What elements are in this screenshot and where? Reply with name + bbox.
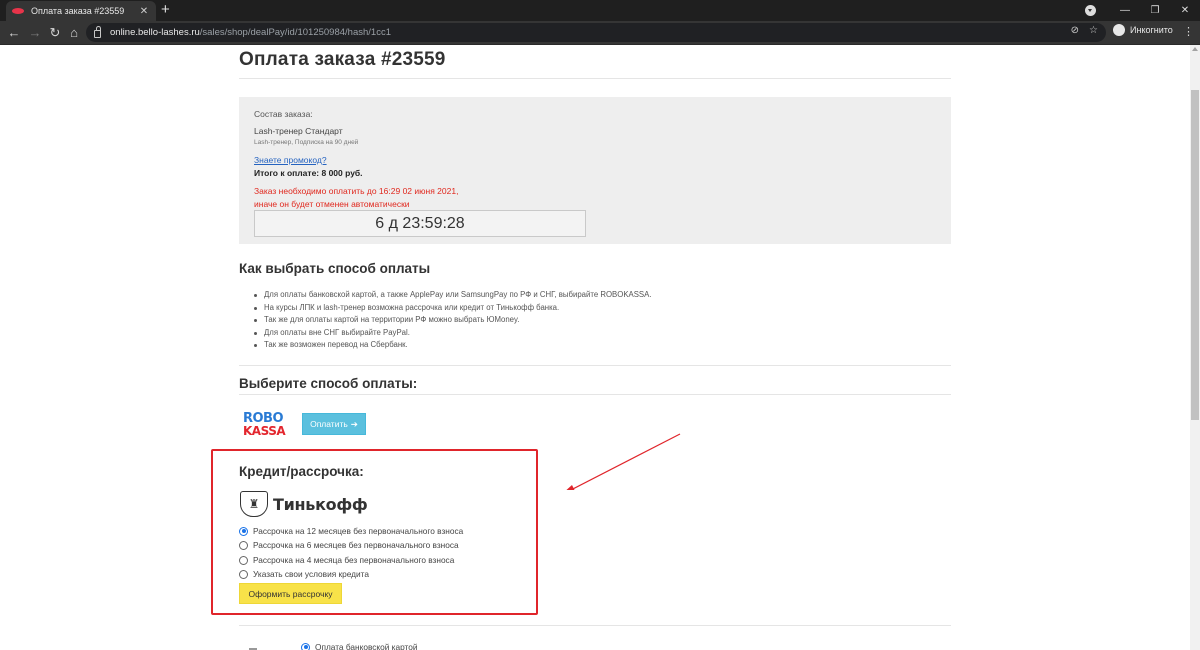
apply-installment-button[interactable]: Оформить рассрочку — [239, 583, 342, 604]
star-icon[interactable]: ☆ — [1089, 25, 1098, 36]
page-content: Оплата заказа #23559 Состав заказа: Lash… — [0, 45, 1190, 650]
credit-section-highlight: Кредит/рассрочка: ♜ Тинькофф Рассрочка н… — [211, 449, 538, 615]
credit-option-12m[interactable]: Рассрочка на 12 месяцев без первоначальн… — [239, 526, 463, 536]
radio-button[interactable] — [239, 540, 248, 550]
credit-option-label: Рассрочка на 6 месяцев без первоначально… — [253, 540, 459, 550]
list-item: Так же для оплаты картой на территории Р… — [252, 314, 651, 327]
browser-tab-strip: Оплата заказа #23559 ✕ + — ❐ ✕ — [0, 0, 1200, 21]
url-host: online.bello-lashes.ru — [110, 27, 200, 38]
browser-tab[interactable]: Оплата заказа #23559 ✕ — [6, 1, 156, 21]
minimize-icon[interactable]: — — [1110, 5, 1140, 16]
list-item: Для оплаты вне СНГ выбирайте PayPal. — [252, 327, 651, 340]
payment-heading: Выберите способ оплаты: — [239, 376, 418, 391]
incognito-label: Инкогнито — [1130, 25, 1173, 35]
promo-code-link[interactable]: Знаете промокод? — [254, 155, 327, 165]
scrollbar-thumb[interactable] — [1191, 90, 1199, 420]
restore-icon[interactable]: ❐ — [1140, 5, 1170, 16]
incognito-icon — [1113, 24, 1125, 36]
order-summary: Состав заказа: Lash-тренер Стандарт Lash… — [239, 97, 951, 244]
credit-option-label: Рассрочка на 12 месяцев без первоначальн… — [253, 526, 464, 536]
order-total: Итого к оплате: 8 000 руб. — [254, 168, 363, 178]
annotation-arrow-icon — [566, 433, 681, 490]
card-option-label: Оплата банковской картой — [315, 642, 418, 650]
lock-icon[interactable] — [94, 26, 101, 38]
deadline-warning-cont: иначе он будет отменен автоматически — [254, 199, 410, 209]
scrollbar[interactable] — [1190, 45, 1200, 650]
eye-off-icon[interactable]: ⊘ — [1071, 25, 1079, 36]
scroll-up-icon[interactable] — [1192, 47, 1198, 51]
credit-option-6m[interactable]: Рассрочка на 6 месяцев без первоначально… — [239, 540, 459, 550]
divider — [239, 625, 951, 626]
new-tab-button[interactable]: + — [161, 1, 170, 19]
card-payment-option[interactable]: Оплата банковской картой — [301, 642, 418, 650]
product-name: Lash-тренер Стандарт — [254, 126, 343, 136]
url-path: /sales/shop/dealPay/id/101250984/hash/1c… — [199, 27, 391, 38]
bank-name: Тинькофф — [273, 494, 368, 514]
robokassa-pay-button[interactable]: Оплатить ➔ — [302, 413, 366, 435]
window-controls: — ❐ ✕ — [1085, 0, 1200, 21]
composition-label: Состав заказа: — [254, 109, 313, 119]
howto-list: Для оплаты банковской картой, а также Ap… — [252, 289, 651, 352]
tab-title: Оплата заказа #23559 — [31, 6, 125, 16]
window-close-icon[interactable]: ✕ — [1170, 5, 1200, 16]
credit-option-label: Рассрочка на 4 месяца без первоначальног… — [253, 555, 455, 565]
menu-icon[interactable]: ⋮ — [1183, 25, 1194, 39]
arrow-right-icon: ➔ — [350, 418, 358, 429]
howto-heading: Как выбрать способ оплаты — [239, 261, 431, 276]
tinkoff-logo: ♜ Тинькофф — [240, 491, 368, 517]
radio-button[interactable] — [239, 569, 248, 579]
deadline-warning: Заказ необходимо оплатить до 16:29 02 ию… — [254, 186, 459, 196]
page-title: Оплата заказа #23559 — [239, 49, 446, 70]
address-bar[interactable]: online.bello-lashes.ru /sales/shop/dealP… — [86, 23, 1106, 42]
radio-button[interactable] — [239, 555, 248, 565]
radio-button-selected[interactable] — [301, 642, 310, 650]
home-icon[interactable]: ⌂ — [65, 24, 83, 42]
browser-toolbar: ← → ↻ ⌂ online.bello-lashes.ru /sales/sh… — [0, 21, 1200, 45]
pay-button-label: Оплатить — [310, 419, 348, 429]
countdown-timer: 6 д 23:59:28 — [254, 210, 586, 237]
tinkoff-emblem-icon: ♜ — [240, 491, 268, 517]
credit-option-label: Указать свои условия кредита — [253, 569, 369, 579]
list-item: Для оплаты банковской картой, а также Ap… — [252, 289, 651, 302]
product-description: Lash-тренер, Подписка на 90 дней — [254, 139, 359, 146]
back-icon[interactable]: ← — [5, 24, 23, 42]
forward-icon[interactable]: → — [26, 24, 44, 42]
list-item: Так же возможен перевод на Сбербанк. — [252, 339, 651, 352]
list-item: На курсы ЛПК и lash-тренер возможна расс… — [252, 302, 651, 315]
divider — [239, 365, 951, 366]
divider — [239, 394, 951, 395]
tab-close-icon[interactable]: ✕ — [138, 6, 150, 17]
omnibox-icons: ⊘ ☆ — [1071, 25, 1098, 36]
credit-heading: Кредит/рассрочка: — [239, 464, 364, 479]
credit-option-4m[interactable]: Рассрочка на 4 месяца без первоначальног… — [239, 555, 454, 565]
tab-search-icon[interactable] — [1085, 5, 1096, 16]
credit-option-custom[interactable]: Указать свои условия кредита — [239, 569, 369, 579]
site-favicon-icon — [12, 8, 24, 14]
incognito-badge[interactable]: Инкогнито — [1113, 24, 1173, 36]
robokassa-logo-bottom: KASSA — [243, 424, 286, 438]
radio-button-selected[interactable] — [239, 526, 248, 536]
reload-icon[interactable]: ↻ — [46, 24, 64, 42]
divider — [239, 78, 951, 79]
robokassa-logo: ROBO KASSA — [243, 412, 293, 438]
